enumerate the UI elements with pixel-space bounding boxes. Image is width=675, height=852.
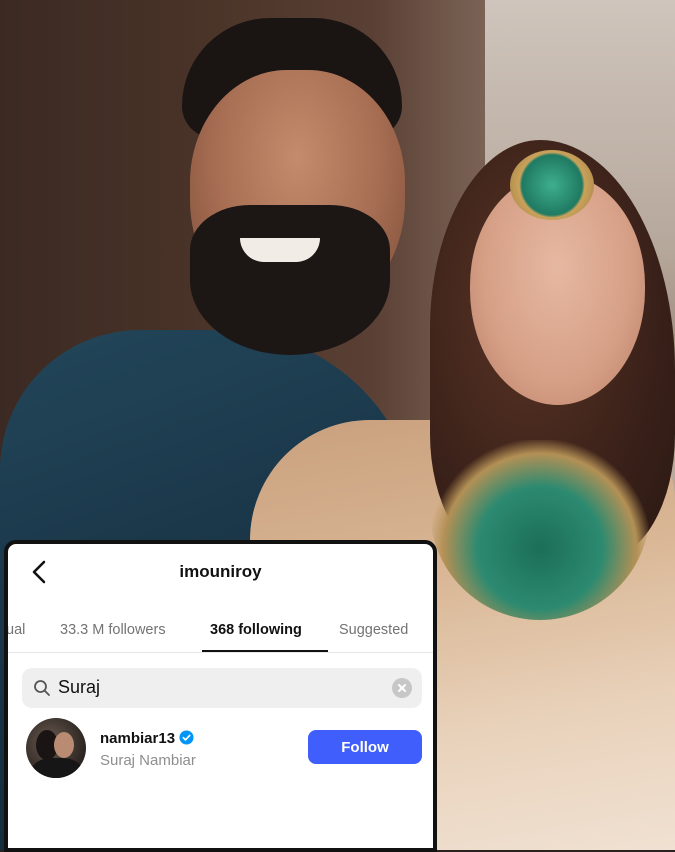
man-beard bbox=[190, 205, 390, 355]
tab-following[interactable]: 368 following bbox=[210, 622, 302, 638]
tab-followers[interactable]: 33.3 M followers bbox=[60, 622, 166, 638]
search-query: Suraj bbox=[58, 677, 101, 697]
search-icon bbox=[33, 679, 51, 697]
active-tab-indicator bbox=[202, 650, 328, 652]
top-bar: imouniroy bbox=[8, 544, 433, 602]
result-username[interactable]: nambiar13 bbox=[100, 730, 194, 747]
list-item[interactable]: nambiar13 Suraj Nambiar Follow bbox=[22, 716, 422, 786]
search-input[interactable]: Suraj bbox=[22, 668, 422, 708]
instagram-following-screen: imouniroy ual 33.3 M followers 368 follo… bbox=[4, 540, 437, 852]
maang-tikka bbox=[510, 150, 594, 220]
verified-badge-icon bbox=[179, 730, 194, 745]
clear-icon[interactable] bbox=[392, 678, 412, 698]
username-text: nambiar13 bbox=[100, 730, 176, 747]
avatar[interactable] bbox=[26, 718, 86, 778]
man-smile bbox=[240, 238, 320, 262]
profile-tabs: ual 33.3 M followers 368 following Sugge… bbox=[8, 602, 433, 653]
profile-username-title: imouniroy bbox=[179, 562, 262, 581]
tab-mutual[interactable]: ual bbox=[8, 622, 25, 638]
result-full-name: Suraj Nambiar bbox=[100, 752, 196, 769]
tab-suggested[interactable]: Suggested bbox=[339, 622, 408, 638]
follow-button[interactable]: Follow bbox=[308, 730, 422, 764]
